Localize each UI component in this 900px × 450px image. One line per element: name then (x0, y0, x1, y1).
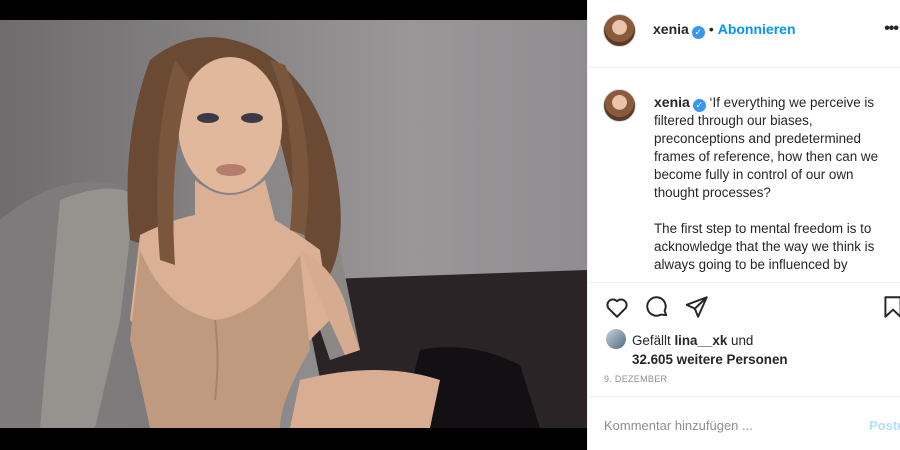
caption: xenia ✓ ‘If everything we perceive is fil… (654, 93, 894, 274)
video-letterbox-bottom (0, 428, 587, 450)
caption-author-avatar[interactable] (603, 89, 636, 122)
post-side-panel: xenia ✓ • Abonnieren ••• xenia ✓ ‘If everyth… (587, 0, 900, 450)
verified-icon: ✓ (691, 26, 705, 39)
verified-icon: ✓ (692, 99, 706, 112)
caption-body: ‘If everything we perceive is filtered t… (654, 95, 879, 272)
action-bar (588, 290, 900, 326)
liker-username[interactable]: lina__xk (674, 333, 727, 348)
liker-avatar[interactable] (606, 329, 626, 349)
likes-and: und (731, 333, 754, 348)
post-image-illustration (0, 37, 587, 428)
caption-author-username[interactable]: xenia (654, 94, 690, 110)
post-image[interactable] (0, 20, 587, 428)
post-header: xenia ✓ • Abonnieren ••• (588, 0, 900, 68)
comment-icon[interactable] (644, 294, 670, 320)
post-date[interactable]: 9. DEZEMBER (604, 374, 667, 384)
bookmark-icon[interactable] (880, 294, 900, 320)
likes-summary: Gefällt lina__xk und 32.605 weitere Pers… (606, 329, 896, 369)
author-avatar[interactable] (603, 14, 636, 47)
post-comment-button[interactable]: Posten (869, 418, 900, 433)
follow-button[interactable]: Abonnieren (718, 21, 796, 37)
caption-section: xenia ✓ ‘If everything we perceive is fil… (588, 69, 900, 283)
comment-input[interactable]: Kommentar hinzufügen ... (604, 418, 753, 433)
share-icon[interactable] (684, 294, 710, 320)
likes-line-1: Gefällt lina__xk und (606, 329, 896, 350)
more-options-icon[interactable]: ••• (884, 20, 899, 38)
likes-others[interactable]: 32.605 weitere Personen (606, 350, 896, 369)
author-line: xenia ✓ • Abonnieren (653, 21, 796, 39)
separator-dot: • (708, 21, 714, 37)
heart-icon[interactable] (604, 294, 630, 320)
likes-prefix: Gefällt (632, 333, 671, 348)
comment-bar: Kommentar hinzufügen ... Posten (588, 396, 900, 450)
author-username[interactable]: xenia (653, 21, 689, 37)
video-letterbox-top (0, 0, 587, 20)
